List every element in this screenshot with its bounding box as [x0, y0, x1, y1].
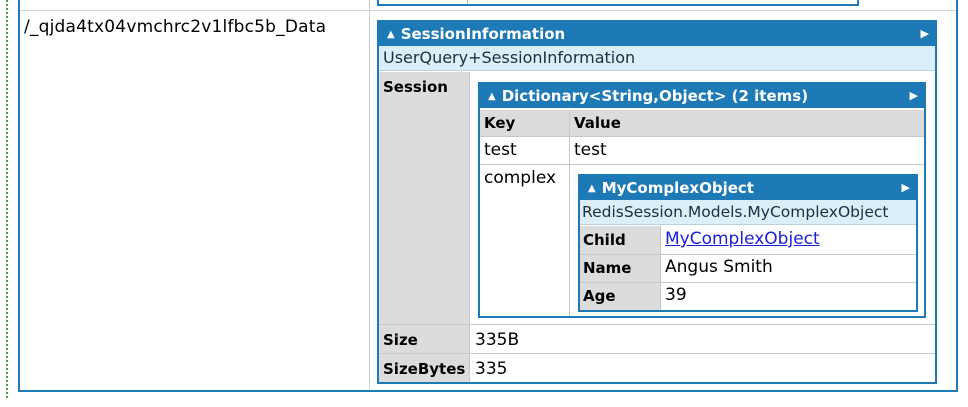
previous-object-box [377, 0, 859, 6]
session-information-title: SessionInformation [400, 25, 566, 43]
cell-line [580, 254, 916, 255]
child-link[interactable]: MyComplexObject [665, 229, 820, 249]
cell-line [480, 136, 924, 137]
collapse-icon[interactable]: ▲ [488, 85, 496, 109]
age-value: 39 [665, 285, 687, 305]
complex-object-title: MyComplexObject [601, 179, 754, 197]
cell-line [569, 110, 570, 316]
column-header-key: Key [484, 114, 516, 132]
session-information-header[interactable]: ▲ SessionInformation ▶ [379, 22, 935, 46]
session-information-type: UserQuery+SessionInformation [379, 46, 935, 71]
dictionary-key-complex: complex [484, 168, 557, 188]
session-label-cell: Session [379, 72, 469, 324]
complex-object-header[interactable]: ▲ MyComplexObject ▶ [580, 176, 916, 200]
cell-line [660, 226, 661, 310]
complex-object-box: ▲ MyComplexObject ▶ RedisSession.Models.M… [578, 174, 918, 312]
size-bytes-value: 335 [475, 359, 508, 379]
size-label: Size [383, 331, 418, 349]
column-header-value: Value [574, 114, 621, 132]
size-bytes-label-cell: SizeBytes [379, 354, 469, 382]
dictionary-key-test: test [484, 140, 517, 160]
dictionary-title: Dictionary<String,Object> (2 items) [501, 87, 809, 105]
size-value: 335B [475, 330, 520, 350]
name-label: Name [583, 259, 632, 277]
age-label: Age [583, 287, 616, 305]
cell-line [469, 72, 470, 382]
cell-line [379, 353, 935, 354]
name-value: Angus Smith [665, 257, 773, 277]
dictionary-header[interactable]: ▲ Dictionary<String,Object> (2 items) ▶ [480, 84, 924, 108]
cell-line [379, 324, 935, 325]
column-divider [369, 0, 370, 390]
page-edge-dotted-border [0, 0, 8, 398]
row-divider [20, 10, 956, 11]
size-bytes-label: SizeBytes [383, 360, 466, 378]
dictionary-box: ▲ Dictionary<String,Object> (2 items) ▶ K… [478, 82, 926, 318]
complex-object-type: RedisSession.Models.MyComplexObject [580, 200, 916, 225]
result-table: /_qjda4tx04vmchrc2v1lfbc5b_Data ▲ Session… [18, 0, 958, 392]
session-information-box: ▲ SessionInformation ▶ UserQuery+SessionI… [377, 20, 937, 384]
size-label-cell: Size [379, 325, 469, 353]
session-label: Session [383, 78, 448, 96]
cell-line [580, 282, 916, 283]
expand-right-icon[interactable]: ▶ [910, 84, 918, 108]
child-label: Child [583, 231, 626, 249]
row-key-label: /_qjda4tx04vmchrc2v1lfbc5b_Data [24, 17, 327, 37]
dictionary-column-header-row: Key Value [480, 110, 924, 136]
collapse-icon[interactable]: ▲ [588, 177, 596, 201]
dictionary-value-test: test [574, 140, 607, 160]
cell-line [480, 164, 924, 165]
expand-right-icon[interactable]: ▶ [902, 176, 910, 200]
collapse-icon[interactable]: ▲ [387, 23, 395, 47]
expand-right-icon[interactable]: ▶ [921, 22, 929, 46]
